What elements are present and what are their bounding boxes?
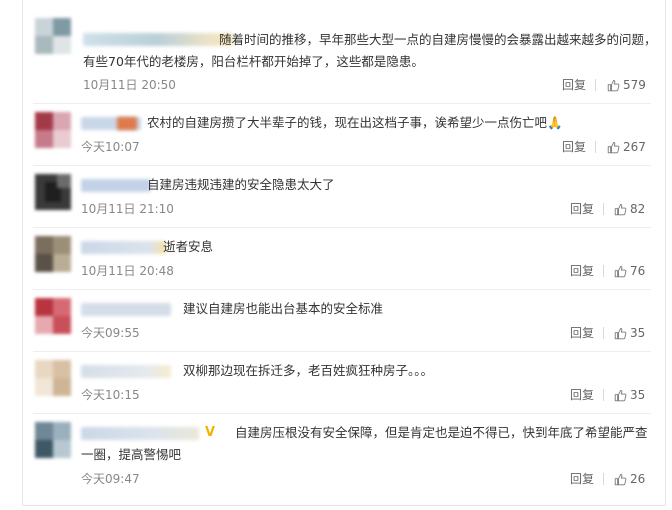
like-count: 26 [630, 472, 646, 486]
comment-text: 双柳那边现在拆迁多，老百姓疯狂种房子。。。 [183, 363, 434, 378]
comment-item: 随着时间的推移，早年那些大型一点的自建房慢慢的会暴露出越来越多的问题，有些70年… [23, 0, 665, 104]
like-button[interactable]: 35 [614, 388, 645, 402]
username[interactable] [81, 179, 151, 192]
avatar[interactable] [35, 236, 71, 272]
thumbs-up-icon [607, 79, 620, 91]
comment-item: V 自建房压根没有安全保障，但是肯定也是迫不得已，快到年底了希望能严查一圈，提高… [23, 414, 665, 506]
comment-time: 10月11日 20:48 [81, 264, 174, 278]
thumbs-up-icon [614, 203, 627, 215]
avatar[interactable] [35, 422, 71, 458]
like-button[interactable]: 76 [614, 264, 645, 278]
avatar[interactable] [35, 174, 71, 210]
like-count: 82 [630, 202, 646, 216]
avatar[interactable] [35, 112, 71, 148]
username[interactable] [81, 365, 171, 378]
like-count: 267 [623, 140, 646, 154]
comment-time: 今天10:07 [81, 140, 140, 154]
avatar[interactable] [35, 298, 71, 334]
reply-button[interactable]: 回复 [570, 388, 594, 402]
reply-button[interactable]: 回复 [562, 140, 586, 154]
avatar[interactable] [35, 18, 71, 54]
like-count: 35 [630, 388, 646, 402]
comment-time: 10月11日 21:10 [81, 202, 174, 216]
comment-text: 自建房压根没有安全保障，但是肯定也是迫不得已，快到年底了希望能严查一圈，提高警惕… [81, 425, 648, 462]
comment-item: 双柳那边现在拆迁多，老百姓疯狂种房子。。。 今天10:15 回复 35 [23, 352, 665, 414]
comment-time: 今天09:55 [81, 326, 140, 340]
username[interactable] [81, 241, 166, 254]
avatar[interactable] [35, 360, 71, 396]
divider [603, 327, 604, 339]
comment-time: 10月11日 20:50 [83, 78, 176, 92]
comment-text: 逝者安息 [163, 239, 214, 254]
like-button[interactable]: 82 [614, 202, 645, 216]
like-button[interactable]: 35 [614, 326, 645, 340]
comment-item: 逝者安息 10月11日 20:48 回复 76 [23, 228, 665, 290]
like-button[interactable]: 26 [614, 472, 645, 486]
comment-item: 农村的自建房攒了大半辈子的钱，现在出这档子事，诶希望少一点伤亡吧🙏 今天10:0… [23, 104, 665, 166]
reply-button[interactable]: 回复 [570, 472, 594, 486]
like-count: 76 [630, 264, 646, 278]
thumbs-up-icon [614, 389, 627, 401]
comment-text: 自建房违规违建的安全隐患太大了 [147, 177, 335, 192]
comment-time: 今天09:47 [81, 472, 140, 486]
divider [603, 389, 604, 401]
like-count: 35 [630, 326, 646, 340]
divider [603, 203, 604, 215]
divider [603, 265, 604, 277]
thumbs-up-icon [614, 473, 627, 485]
comment-text: 建议自建房也能出台基本的安全标准 [183, 301, 384, 316]
comment-list: 随着时间的推移，早年那些大型一点的自建房慢慢的会暴露出越来越多的问题，有些70年… [22, 0, 666, 506]
divider [603, 473, 604, 485]
divider [595, 141, 596, 153]
comment-time: 今天10:15 [81, 388, 140, 402]
divider [595, 79, 596, 91]
comment-text: 随着时间的推移，早年那些大型一点的自建房慢慢的会暴露出越来越多的问题，有些70年… [83, 32, 657, 69]
thumbs-up-icon [614, 327, 627, 339]
comment-item: 自建房违规违建的安全隐患太大了 10月11日 21:10 回复 82 [23, 166, 665, 228]
thumbs-up-icon [607, 141, 620, 153]
like-button[interactable]: 267 [607, 140, 646, 154]
username[interactable] [81, 303, 171, 316]
reply-button[interactable]: 回复 [570, 202, 594, 216]
reply-button[interactable]: 回复 [570, 326, 594, 340]
reply-button[interactable]: 回复 [570, 264, 594, 278]
comment-text: 农村的自建房攒了大半辈子的钱，现在出这档子事，诶希望少一点伤亡吧🙏 [147, 115, 563, 130]
reply-button[interactable]: 回复 [562, 78, 586, 92]
thumbs-up-icon [614, 265, 627, 277]
comment-item: 建议自建房也能出台基本的安全标准 今天09:55 回复 35 [23, 290, 665, 352]
like-button[interactable]: 579 [607, 78, 646, 92]
username[interactable] [117, 117, 137, 130]
like-count: 579 [623, 78, 646, 92]
